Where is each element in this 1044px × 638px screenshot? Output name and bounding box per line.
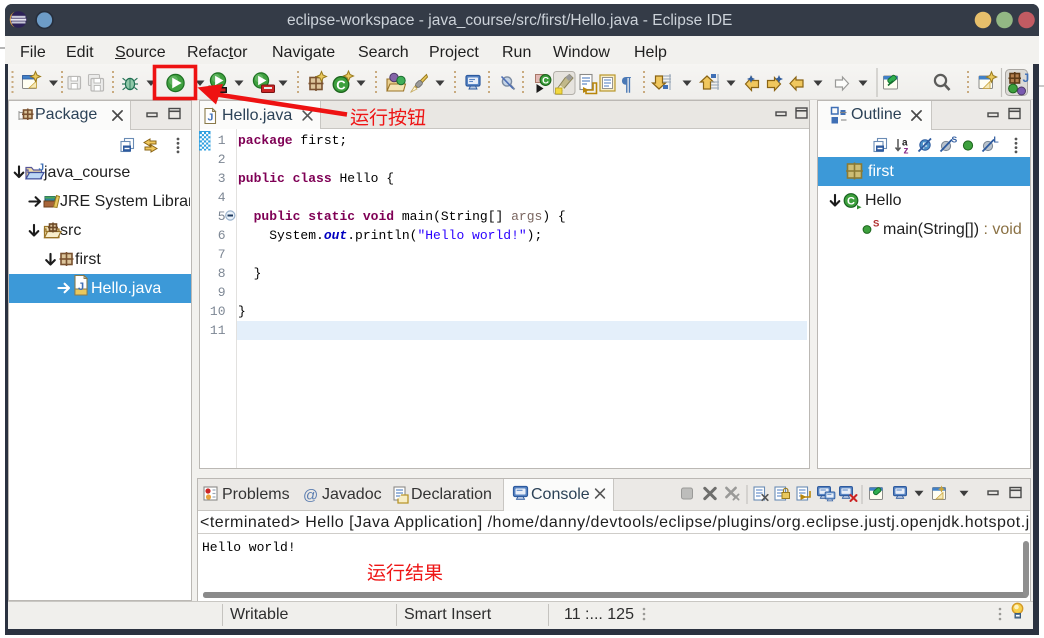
svg-text:C: C (542, 76, 549, 87)
svg-text:L: L (994, 135, 999, 145)
svg-text:z: z (904, 146, 909, 157)
svg-text:@: @ (303, 487, 318, 504)
svg-text:J: J (39, 163, 45, 174)
svg-text:S: S (952, 135, 958, 145)
svg-text:J: J (208, 112, 214, 124)
svg-text:C: C (847, 196, 855, 208)
svg-text:C: C (336, 77, 346, 92)
svg-text:J: J (1023, 71, 1030, 85)
svg-text:¶: ¶ (621, 73, 632, 95)
svg-text:S: S (873, 219, 879, 230)
svg-text:J: J (78, 281, 84, 293)
